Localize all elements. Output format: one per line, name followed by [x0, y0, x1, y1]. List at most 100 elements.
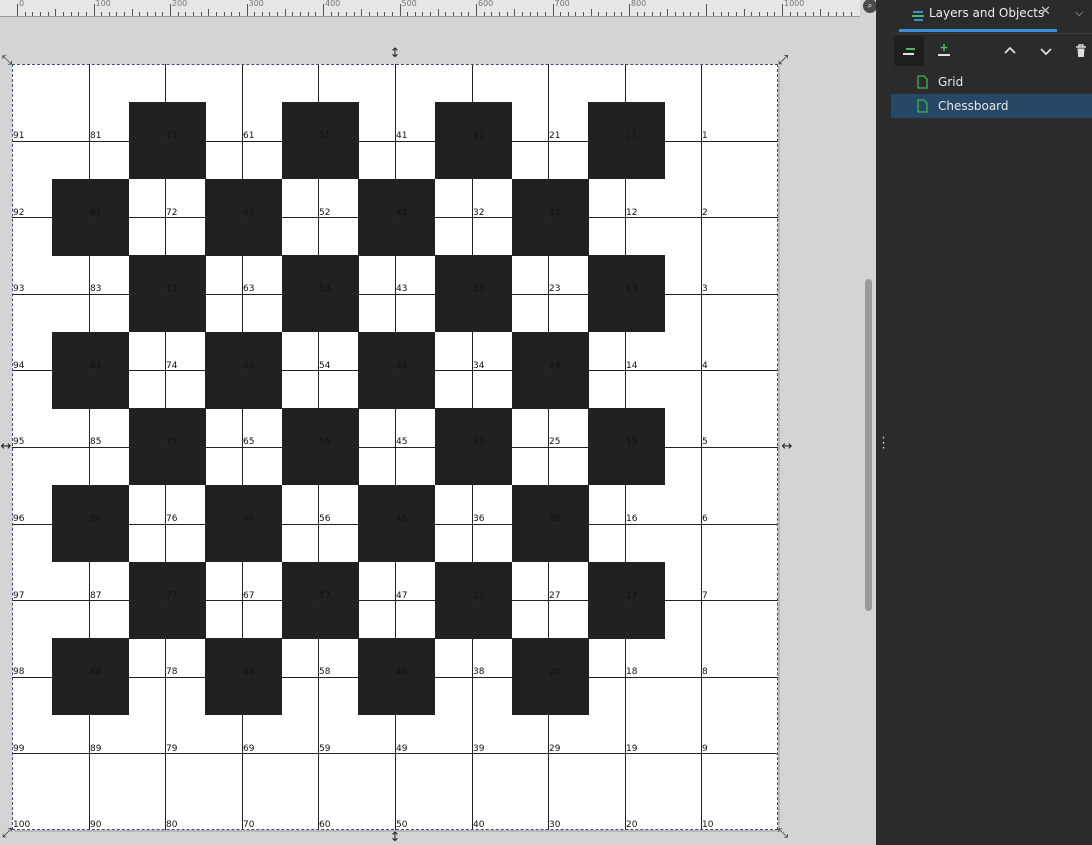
grid-cell-label: 56 — [319, 514, 331, 524]
grid-cell-label: 47 — [396, 591, 408, 601]
panel-splitter[interactable]: · · · — [876, 0, 891, 845]
scrollbar-thumb[interactable] — [865, 279, 872, 611]
ruler-label: 0 — [19, 0, 25, 8]
ruler-tick — [498, 12, 500, 16]
ruler-tick — [376, 12, 378, 16]
ruler-tick — [407, 12, 409, 16]
ruler-tick — [315, 12, 317, 16]
ruler-tick — [422, 12, 424, 16]
layer-row-chessboard[interactable]: Chessboard — [891, 94, 1092, 118]
add-layer-button[interactable] — [929, 36, 959, 66]
canvas-area[interactable]: 91 81 71 61 51 41 31 21 11 1 92 82 72 62 52 42 32 22 12 2 93… — [0, 17, 860, 845]
ruler-tick — [345, 12, 347, 16]
ruler-tick — [277, 12, 279, 16]
ruler-tick — [85, 12, 87, 16]
ruler-tick — [606, 12, 608, 16]
raise-icon — [1004, 46, 1016, 54]
layers-mode-icon — [903, 48, 915, 55]
grid-cell-label: 11 — [626, 131, 638, 141]
ruler-tick — [39, 12, 41, 16]
ruler-tick — [583, 12, 585, 16]
zoom-icon[interactable]: ⌕ — [863, 0, 877, 13]
grid-cell-label: 68 — [243, 667, 255, 677]
tab-title: Layers and Objects — [929, 6, 1045, 20]
chessboard-page[interactable]: 91 81 71 61 51 41 31 21 11 1 92 82 72 62 52 42 32 22 12 2 93… — [12, 64, 778, 830]
grid-cell-label: 89 — [90, 744, 102, 754]
grid-cell-label: 32 — [473, 208, 485, 218]
grid-cell-label: 85 — [90, 437, 102, 447]
grid-cell-label: 50 — [396, 820, 408, 830]
handle-right[interactable]: ↔ — [780, 440, 794, 453]
grid-cell-label: 53 — [319, 284, 331, 294]
tab-layers-and-objects[interactable]: Layers and Objects ✕ — [899, 0, 1057, 32]
handle-left[interactable]: ↔ — [0, 440, 13, 453]
ruler-tick — [453, 12, 455, 16]
grid-cell-label: 57 — [319, 591, 331, 601]
ruler-tick — [506, 12, 508, 16]
grid-cell-label: 60 — [319, 820, 331, 830]
ruler-tick — [70, 12, 72, 16]
file-icon — [917, 75, 928, 89]
handle-bottom[interactable]: ↕ — [388, 831, 402, 844]
grid-cell-label: 45 — [396, 437, 408, 447]
grid-cell-label: 24 — [549, 361, 561, 371]
layer-row-grid[interactable]: Grid — [891, 70, 1092, 94]
grid-cell-label: 73 — [166, 284, 178, 294]
ruler-tick — [567, 12, 569, 16]
grid-cell-label: 66 — [243, 514, 255, 524]
ruler-tick — [575, 12, 577, 16]
ruler-tick — [101, 12, 103, 16]
ruler-tick — [590, 9, 592, 16]
raise-layer-button[interactable] — [995, 36, 1025, 66]
ruler-tick — [629, 4, 630, 16]
ruler-label: 600 — [478, 0, 494, 8]
layers-mode-button[interactable] — [894, 36, 924, 66]
dock-menu-icon[interactable]: ⌵ — [1075, 6, 1083, 20]
file-icon — [917, 99, 928, 113]
grid-cell-label: 87 — [90, 591, 102, 601]
ruler-tick — [62, 12, 64, 16]
ruler-tick — [292, 12, 294, 16]
ruler-tick — [154, 12, 156, 16]
handle-bottom-right[interactable]: ⤡ — [776, 827, 790, 840]
handle-bottom-left[interactable]: ⤢ — [0, 827, 14, 840]
delete-icon — [1076, 44, 1086, 57]
grid-cell-label: 10 — [702, 820, 714, 830]
layer-name: Chessboard — [938, 99, 1009, 113]
ruler-tick — [139, 12, 141, 16]
grid-cell-label: 51 — [319, 131, 331, 141]
ruler-tick — [32, 12, 34, 16]
grid-cell-label: 92 — [13, 208, 25, 218]
vertical-scrollbar[interactable] — [862, 17, 876, 845]
grid-line-vertical — [625, 64, 626, 830]
grid-cell-label: 39 — [473, 744, 485, 754]
grid-cell-label: 34 — [473, 361, 485, 371]
ruler-tick — [414, 12, 416, 16]
grid-cell-label: 28 — [549, 667, 561, 677]
ruler-tick — [491, 12, 493, 16]
lower-layer-button[interactable] — [1031, 36, 1061, 66]
grid-cell-label: 35 — [473, 437, 485, 447]
grid-cell-label: 22 — [549, 208, 561, 218]
ruler-tick — [437, 9, 439, 16]
ruler-tick — [261, 12, 263, 16]
grid-cell-label: 93 — [13, 284, 25, 294]
ruler-tick — [124, 12, 126, 16]
handle-top[interactable]: ↕ — [388, 47, 402, 60]
grid-cell-label: 25 — [549, 437, 561, 447]
horizontal-ruler[interactable]: 0 100 200 300 400 500 600 700 800 1000 — [0, 0, 860, 17]
ruler-tick — [254, 12, 256, 16]
grid-cell-label: 46 — [396, 514, 408, 524]
ruler-tick — [713, 12, 715, 16]
ruler-tick — [720, 12, 722, 16]
handle-top-left[interactable]: ⤡ — [0, 54, 14, 67]
ruler-label: 800 — [631, 0, 647, 8]
ruler-tick — [445, 12, 447, 16]
ruler-tick — [93, 4, 95, 16]
grid-cell-label: 71 — [166, 131, 178, 141]
delete-layer-button[interactable] — [1066, 36, 1092, 66]
handle-top-right[interactable]: ⤢ — [776, 54, 790, 67]
grid-cell-label: 99 — [13, 744, 25, 754]
close-icon[interactable]: ✕ — [1040, 4, 1051, 19]
ruler-tick — [697, 12, 699, 16]
